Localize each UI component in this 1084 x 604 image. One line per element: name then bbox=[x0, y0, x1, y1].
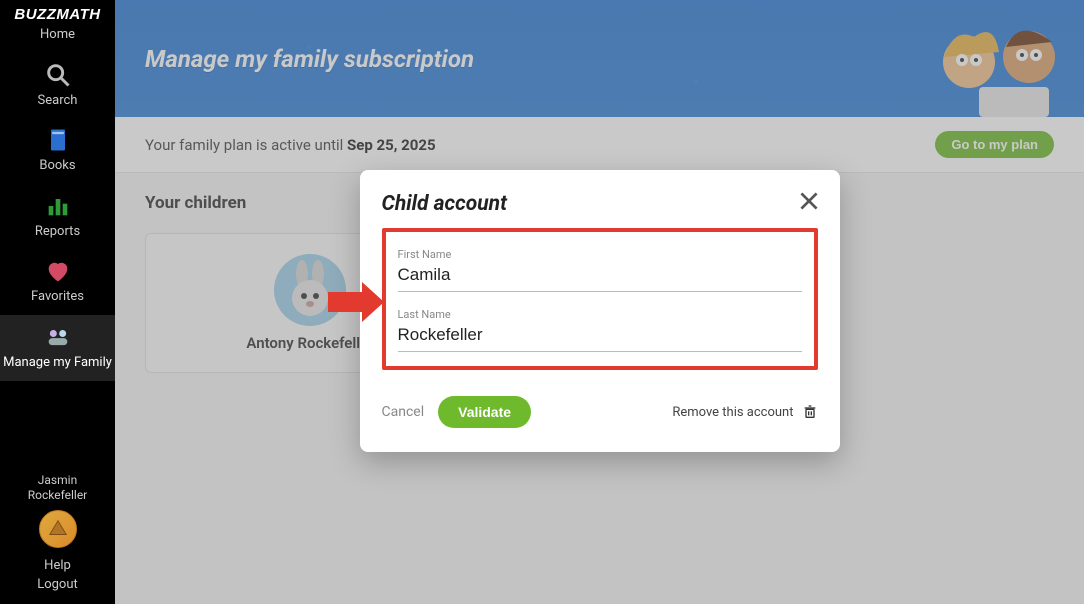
family-icon bbox=[44, 323, 72, 351]
sidebar-item-reports[interactable]: Reports bbox=[0, 184, 115, 250]
user-block: Jasmin Rockefeller Help Logout bbox=[0, 463, 115, 604]
close-button[interactable] bbox=[796, 188, 822, 214]
sidebar-item-label: Reports bbox=[35, 224, 80, 240]
user-name-last: Rockefeller bbox=[28, 488, 88, 502]
main-area: Manage my family subscription Your famil… bbox=[115, 0, 1084, 604]
sidebar: BUZZMATH Home Search Books bbox=[0, 0, 115, 604]
sidebar-item-search[interactable]: Search bbox=[0, 53, 115, 119]
user-name-first: Jasmin bbox=[38, 473, 77, 487]
user-avatar[interactable] bbox=[39, 510, 77, 548]
bar-chart-icon bbox=[44, 192, 72, 220]
search-icon bbox=[44, 61, 72, 89]
sidebar-item-label: Manage my Family bbox=[3, 355, 112, 371]
sidebar-item-favorites[interactable]: Favorites bbox=[0, 249, 115, 315]
sidebar-item-label: Books bbox=[39, 158, 75, 174]
cancel-button[interactable]: Cancel bbox=[382, 404, 425, 420]
remove-account-label: Remove this account bbox=[672, 405, 793, 420]
annotation-arrow-icon bbox=[328, 282, 384, 322]
user-name: Jasmin Rockefeller bbox=[28, 473, 88, 504]
modal-title: Child account bbox=[382, 192, 818, 216]
modal-actions: Cancel Validate Remove this account bbox=[382, 396, 818, 428]
last-name-label: Last Name bbox=[398, 308, 802, 321]
brand-logo: BUZZMATH bbox=[14, 6, 100, 23]
sidebar-item-label: Search bbox=[38, 93, 78, 109]
first-name-label: First Name bbox=[398, 248, 802, 261]
child-account-modal: Child account First Name Last Name bbox=[360, 170, 840, 452]
sidebar-item-books[interactable]: Books bbox=[0, 118, 115, 184]
name-fields-highlight: First Name Last Name bbox=[382, 228, 818, 370]
sidebar-item-label: Home bbox=[40, 27, 75, 43]
remove-account-link[interactable]: Remove this account bbox=[672, 404, 817, 420]
sidebar-item-home[interactable]: Home bbox=[0, 23, 115, 53]
book-icon bbox=[44, 126, 72, 154]
logout-link[interactable]: Logout bbox=[37, 577, 78, 592]
sidebar-item-manage-family[interactable]: Manage my Family bbox=[0, 315, 115, 381]
last-name-input[interactable] bbox=[398, 321, 802, 352]
heart-icon bbox=[44, 257, 72, 285]
modal-overlay: Child account First Name Last Name bbox=[115, 0, 1084, 604]
trash-icon bbox=[802, 404, 818, 420]
validate-button[interactable]: Validate bbox=[438, 396, 531, 428]
sidebar-item-label: Favorites bbox=[31, 289, 84, 305]
sidebar-nav: Home Search Books Reports bbox=[0, 23, 115, 381]
first-name-input[interactable] bbox=[398, 261, 802, 292]
help-link[interactable]: Help bbox=[44, 558, 71, 573]
